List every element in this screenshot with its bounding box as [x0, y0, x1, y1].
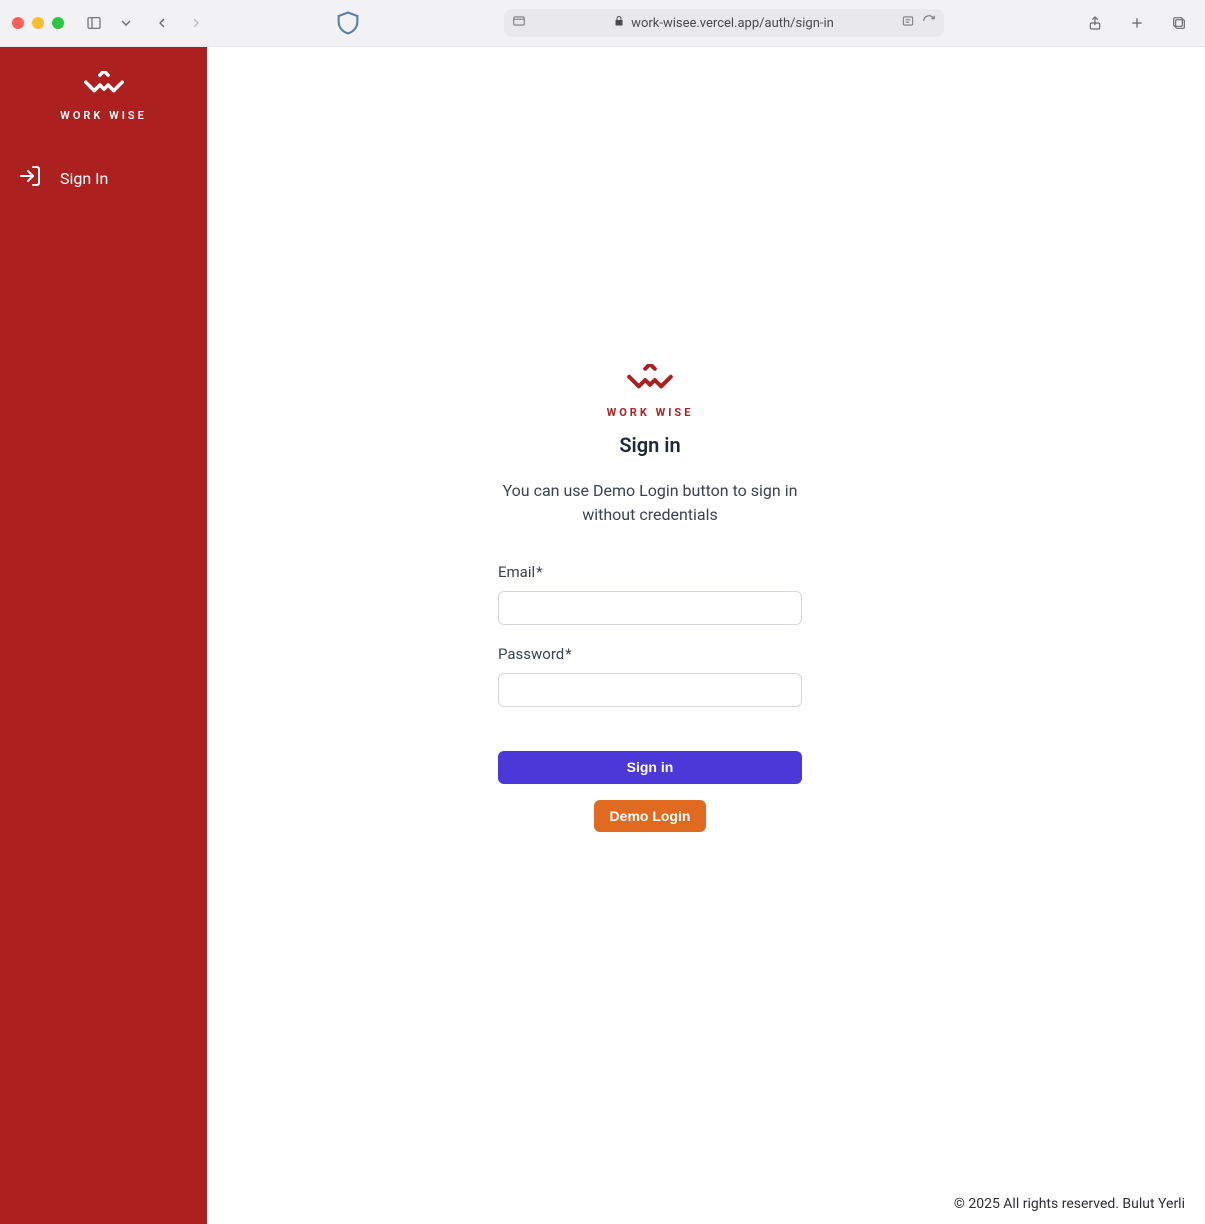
- password-label: Password*: [498, 645, 802, 663]
- page-title: Sign in: [619, 433, 680, 457]
- demo-login-button[interactable]: Demo Login: [594, 800, 707, 832]
- site-settings-icon[interactable]: [512, 14, 526, 32]
- new-tab-icon[interactable]: [1123, 10, 1151, 36]
- tabs-overview-icon[interactable]: [1165, 10, 1193, 36]
- page-subtitle: You can use Demo Login button to sign in…: [498, 479, 802, 527]
- email-input[interactable]: [498, 591, 802, 625]
- main-brand-text: WORK WISE: [607, 406, 694, 419]
- back-button[interactable]: [148, 10, 176, 36]
- share-icon[interactable]: [1081, 10, 1109, 36]
- dropdown-chevron-icon[interactable]: [118, 10, 134, 36]
- sidebar: WORK WISE Sign In: [0, 47, 207, 1224]
- sidebar-toggle-icon[interactable]: [80, 10, 108, 36]
- main-content: WORK WISE Sign in You can use Demo Login…: [207, 47, 1205, 1224]
- workwise-logo-icon: [621, 364, 679, 400]
- lock-icon: [613, 15, 625, 31]
- main-logo: WORK WISE: [607, 364, 694, 419]
- sidebar-brand-text: WORK WISE: [60, 109, 147, 122]
- page: WORK WISE Sign In WOR: [0, 47, 1205, 1224]
- close-window-button[interactable]: [12, 17, 24, 29]
- maximize-window-button[interactable]: [52, 17, 64, 29]
- signin-card: WORK WISE Sign in You can use Demo Login…: [498, 364, 802, 832]
- address-url: work-wisee.vercel.app/auth/sign-in: [631, 16, 834, 31]
- workwise-logo-icon: [81, 71, 127, 103]
- reader-icon[interactable]: [900, 14, 916, 32]
- privacy-shield-icon[interactable]: [334, 9, 362, 37]
- window-controls: [12, 17, 64, 29]
- email-label: Email*: [498, 563, 802, 581]
- signin-form: Email* Password* Sign in Demo Login: [498, 563, 802, 832]
- browser-titlebar: work-wisee.vercel.app/auth/sign-in: [0, 0, 1205, 47]
- sidebar-item-label: Sign In: [60, 169, 108, 188]
- password-input[interactable]: [498, 673, 802, 707]
- required-asterisk: *: [536, 563, 542, 581]
- required-asterisk: *: [565, 645, 571, 663]
- reload-icon[interactable]: [922, 14, 936, 32]
- signin-button[interactable]: Sign in: [498, 751, 802, 784]
- sidebar-logo: WORK WISE: [0, 71, 207, 122]
- sidebar-item-signin[interactable]: Sign In: [0, 152, 207, 204]
- password-label-text: Password: [498, 645, 564, 663]
- address-bar[interactable]: work-wisee.vercel.app/auth/sign-in: [504, 9, 944, 37]
- minimize-window-button[interactable]: [32, 17, 44, 29]
- email-label-text: Email: [498, 563, 535, 581]
- signin-icon: [18, 164, 42, 192]
- forward-button[interactable]: [182, 10, 210, 36]
- footer-copyright: © 2025 All rights reserved. Bulut Yerli: [954, 1196, 1185, 1212]
